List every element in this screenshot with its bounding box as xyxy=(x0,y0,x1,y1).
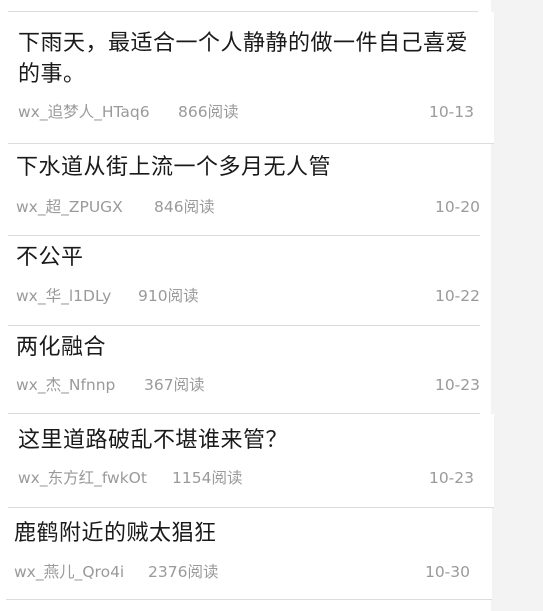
read-count: 866阅读 xyxy=(178,103,239,121)
read-count: 910阅读 xyxy=(138,287,199,305)
article-title: 这里道路破乱不堪谁来管？ xyxy=(18,428,289,453)
article-title-line-1: 下雨天，最适合一个人静静的做一件自己喜爱 xyxy=(18,31,469,56)
author-name[interactable]: wx_燕儿_Qro4i xyxy=(14,560,124,584)
article-meta: wx_杰_Nfnnp 367阅读 10-23 xyxy=(16,373,480,397)
article-title: 下水道从街上流一个多月无人管 xyxy=(16,155,332,180)
read-count: 2376阅读 xyxy=(148,563,219,581)
post-date: 10-22 xyxy=(434,287,480,305)
article-meta: wx_东方红_fwkOt 1154阅读 10-23 xyxy=(18,466,488,490)
author-name[interactable]: wx_东方红_fwkOt xyxy=(18,466,147,490)
article-meta: wx_超_ZPUGX 846阅读 10-20 xyxy=(16,195,480,219)
post-date: 10-30 xyxy=(424,563,470,581)
feed-item[interactable]: 不公平 wx_华_l1DLy 910阅读 10-22 xyxy=(8,236,480,326)
article-title-line-2: 的事。 xyxy=(18,62,86,87)
feed-item[interactable]: 下雨天，最适合一个人静静的做一件自己喜爱 的事。 wx_追梦人_HTaq6 86… xyxy=(8,12,494,144)
post-date: 10-13 xyxy=(428,103,474,121)
author-name[interactable]: wx_追梦人_HTaq6 xyxy=(18,100,150,124)
article-title: 两化融合 xyxy=(16,335,107,360)
author-name[interactable]: wx_杰_Nfnnp xyxy=(16,373,115,397)
post-date: 10-23 xyxy=(428,469,474,487)
author-name[interactable]: wx_超_ZPUGX xyxy=(16,195,123,219)
article-meta: wx_追梦人_HTaq6 866阅读 10-13 xyxy=(18,100,488,124)
read-count: 1154阅读 xyxy=(172,469,243,487)
feed-item[interactable]: 下水道从街上流一个多月无人管 wx_超_ZPUGX 846阅读 10-20 xyxy=(8,144,480,236)
read-count: 846阅读 xyxy=(154,198,215,216)
feed-item[interactable]: 两化融合 wx_杰_Nfnnp 367阅读 10-23 xyxy=(8,326,480,414)
author-name[interactable]: wx_华_l1DLy xyxy=(16,284,111,308)
article-feed: 下雨天，最适合一个人静静的做一件自己喜爱 的事。 wx_追梦人_HTaq6 86… xyxy=(0,0,543,611)
article-meta: wx_华_l1DLy 910阅读 10-22 xyxy=(16,284,480,308)
article-meta: wx_燕儿_Qro4i 2376阅读 10-30 xyxy=(14,560,484,584)
post-date: 10-20 xyxy=(434,198,480,216)
article-title: 鹿鹤附近的贼太猖狂 xyxy=(14,521,217,546)
feed-item[interactable]: 鹿鹤附近的贼太猖狂 wx_燕儿_Qro4i 2376阅读 10-30 xyxy=(6,508,492,600)
article-title: 不公平 xyxy=(16,245,84,270)
post-date: 10-23 xyxy=(434,376,480,394)
read-count: 367阅读 xyxy=(144,376,205,394)
feed-item[interactable]: 这里道路破乱不堪谁来管？ wx_东方红_fwkOt 1154阅读 10-23 xyxy=(8,414,494,508)
